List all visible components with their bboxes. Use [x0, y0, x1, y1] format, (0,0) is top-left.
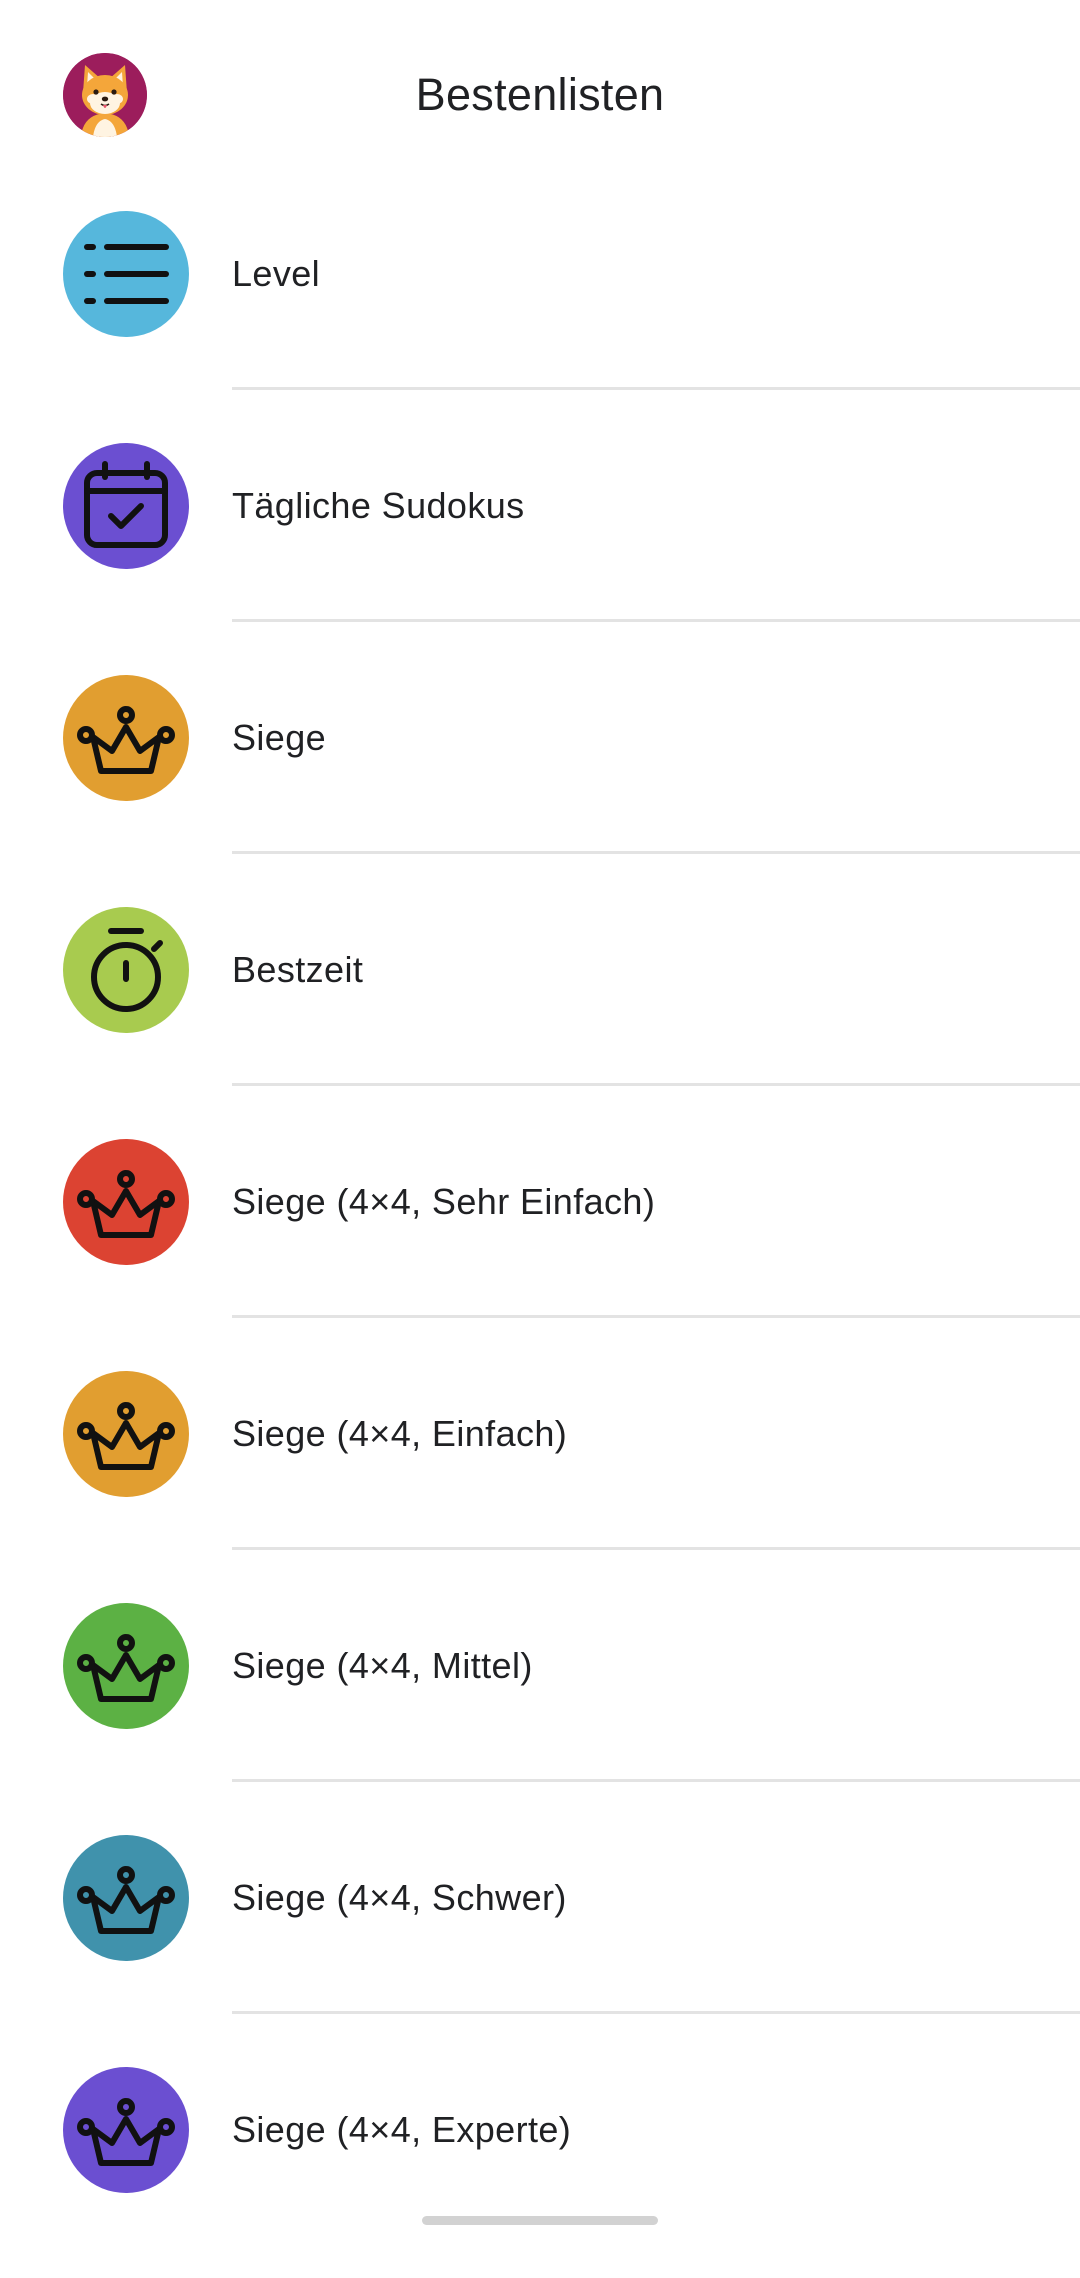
divider	[232, 1547, 1080, 1550]
crown-icon	[77, 1170, 175, 1238]
divider	[232, 387, 1080, 390]
leaderboard-label: Siege (4×4, Schwer)	[232, 1877, 567, 1918]
leaderboard-icon-circle	[63, 1371, 189, 1497]
leaderboard-icon-circle	[63, 2067, 189, 2193]
leaderboard-icon-circle	[63, 211, 189, 337]
crown-icon	[77, 1634, 175, 1702]
leaderboard-item-wins-4x4-easy[interactable]: Siege (4×4, Einfach)	[0, 1350, 1080, 1582]
home-indicator[interactable]	[422, 2216, 658, 2225]
leaderboard-icon-circle	[63, 675, 189, 801]
leaderboard-label: Level	[232, 253, 321, 294]
leaderboard-label: Siege (4×4, Mittel)	[232, 1645, 533, 1686]
leaderboard-icon-circle	[63, 1139, 189, 1265]
leaderboard-item-wins[interactable]: Siege	[0, 654, 1080, 886]
divider	[232, 1083, 1080, 1086]
divider	[232, 619, 1080, 622]
leaderboard-label: Siege (4×4, Einfach)	[232, 1413, 568, 1454]
leaderboard-item-level[interactable]: Level	[0, 190, 1080, 422]
leaderboard-item-wins-4x4-expert[interactable]: Siege (4×4, Experte)	[0, 2046, 1080, 2278]
divider	[232, 851, 1080, 854]
page-title: Bestenlisten	[415, 69, 665, 120]
leaderboard-label: Bestzeit	[232, 949, 364, 990]
leaderboard-icon-circle	[63, 443, 189, 569]
crown-icon	[77, 706, 175, 774]
stopwatch-icon	[91, 928, 163, 1012]
crown-icon	[77, 1866, 175, 1934]
crown-icon	[77, 1402, 175, 1470]
leaderboard-item-wins-4x4-hard[interactable]: Siege (4×4, Schwer)	[0, 1814, 1080, 2046]
leaderboard-item-wins-4x4-medium[interactable]: Siege (4×4, Mittel)	[0, 1582, 1080, 1814]
divider	[232, 2011, 1080, 2014]
crown-icon	[77, 2098, 175, 2166]
leaderboard-list: Level Tägliche Sudokus Siege Bestzeit Si…	[0, 190, 1080, 2278]
leaderboard-icon-circle	[63, 1603, 189, 1729]
leaderboard-item-wins-4x4-very-easy[interactable]: Siege (4×4, Sehr Einfach)	[0, 1118, 1080, 1350]
list-icon	[84, 244, 169, 304]
leaderboard-item-best-time[interactable]: Bestzeit	[0, 886, 1080, 1118]
divider	[232, 1779, 1080, 1782]
leaderboard-label: Siege (4×4, Sehr Einfach)	[232, 1181, 656, 1222]
app-header: Bestenlisten	[0, 0, 1080, 190]
leaderboard-icon-circle	[63, 1835, 189, 1961]
leaderboard-label: Siege (4×4, Experte)	[232, 2109, 572, 2150]
leaderboard-label: Siege	[232, 717, 327, 758]
leaderboard-item-daily-sudokus[interactable]: Tägliche Sudokus	[0, 422, 1080, 654]
leaderboard-icon-circle	[63, 907, 189, 1033]
divider	[232, 1315, 1080, 1318]
leaderboard-label: Tägliche Sudokus	[232, 485, 525, 526]
calendar-check-icon	[84, 461, 168, 548]
